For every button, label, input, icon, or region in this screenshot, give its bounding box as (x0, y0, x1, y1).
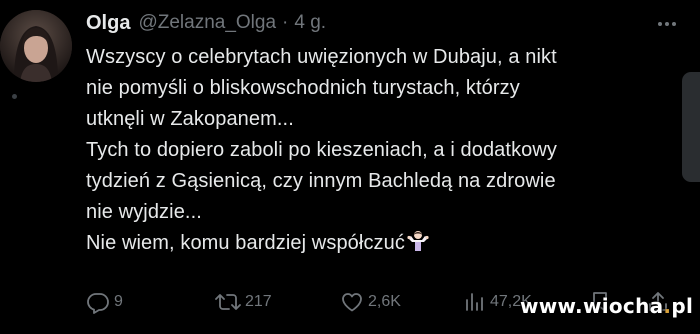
tweet-header: Olga @Zelazna_Olga · 4 g. (86, 10, 326, 36)
person-shrugging-icon (406, 229, 430, 253)
reply-count: 9 (114, 293, 123, 310)
author-handle[interactable]: @Zelazna_Olga (138, 12, 276, 34)
tweet-text: Wszyscy o celebrytach uwięzionych w Duba… (86, 42, 686, 259)
heart-icon (342, 293, 362, 312)
tweet-timestamp[interactable]: 4 g. (294, 12, 326, 34)
reply-icon (87, 293, 109, 314)
tweet-text-line: Nie wiem, komu bardziej współczuć (86, 232, 405, 254)
tweet-text-line: Wszyscy o celebrytach uwięzionych w Duba… (86, 46, 557, 68)
reply-button[interactable]: 9 (86, 286, 123, 318)
analytics-icon (466, 293, 483, 311)
repost-button[interactable]: 217 (215, 286, 272, 318)
avatar[interactable] (0, 10, 72, 82)
like-count: 2,6K (368, 293, 401, 310)
tweet-text-line-last: Nie wiem, komu bardziej współczuć (86, 228, 686, 259)
tweet-text-line: nie pomyśli o bliskowschodnich turystach… (86, 77, 520, 99)
thread-indicator-dot (12, 94, 17, 99)
tweet-card: Olga @Zelazna_Olga · 4 g. Wszyscy o cele… (0, 0, 700, 334)
more-options-icon[interactable] (654, 14, 680, 34)
repost-icon (215, 294, 241, 310)
avatar-portrait-icon (0, 10, 72, 82)
watermark-suffix: pl (671, 294, 694, 318)
tweet-text-line: utknęli w Zakopanem... (86, 108, 294, 130)
repost-count: 217 (245, 293, 272, 310)
site-watermark: www.wiocha.pl (520, 294, 693, 318)
tweet-text-line: Tych to dopiero zaboli po kieszeniach, a… (86, 139, 558, 161)
header-separator: · (282, 12, 289, 33)
author-name[interactable]: Olga (86, 12, 130, 35)
tweet-text-line: nie wyjdzie... (86, 201, 202, 223)
tweet-text-line: tydzień z Gąsienicą, czy innym Bachledą … (86, 170, 556, 192)
like-button[interactable]: 2,6K (340, 286, 401, 318)
watermark-prefix: www.wiocha (520, 294, 664, 318)
